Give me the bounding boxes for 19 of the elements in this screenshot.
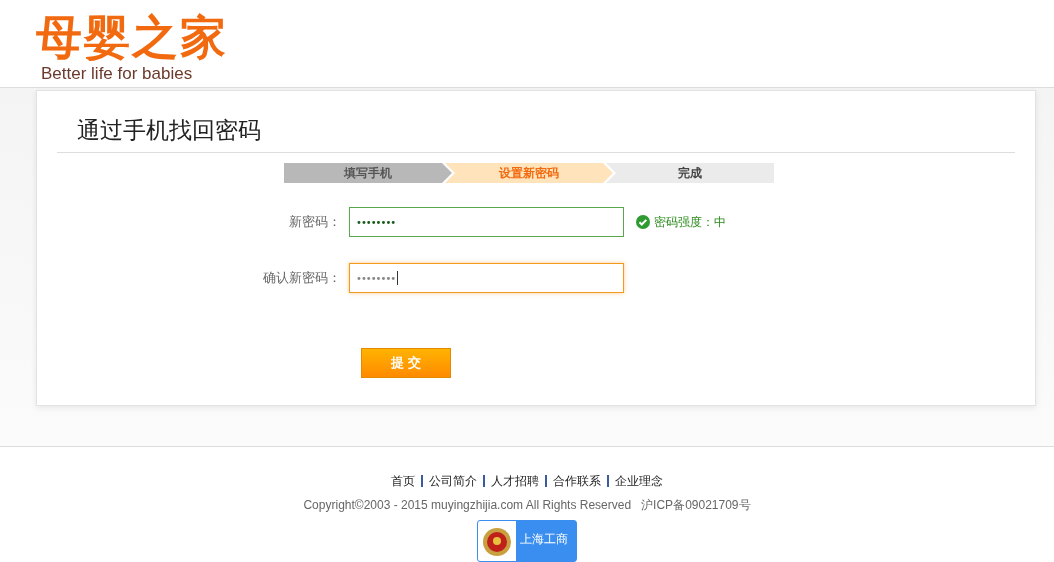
footer-link[interactable]: 合作联系 [547,475,609,487]
strength-hint: 密码强度：中 [654,213,726,231]
password-field[interactable]: •••••••• [349,263,624,293]
field-label: 新密码： [288,213,342,231]
progress-step: 设置新密码 [445,163,613,183]
footer-link[interactable]: 人才招聘 [485,475,547,487]
logo: 母婴之家 [36,10,229,64]
progress-step: 完成 [606,163,774,183]
copyright-text: Copyright©2003 - 2015 muyingzhijia.com All Rights Reserved 沪ICP备09021709号 [303,497,751,514]
footer-link[interactable]: 公司简介 [423,475,485,487]
footer-link[interactable]: 企业理念 [609,475,669,487]
progress-step: 填写手机 [284,163,452,183]
page-title: 通过手机找回密码 [57,115,1015,153]
field-label: 确认新密码： [262,269,342,287]
check-icon [636,215,650,229]
badge-label: 上海工商 [516,521,576,561]
footer-link[interactable]: 首页 [385,475,423,487]
password-field[interactable]: •••••••• [349,207,624,237]
logo-slogan: Better life for babies [41,64,194,84]
